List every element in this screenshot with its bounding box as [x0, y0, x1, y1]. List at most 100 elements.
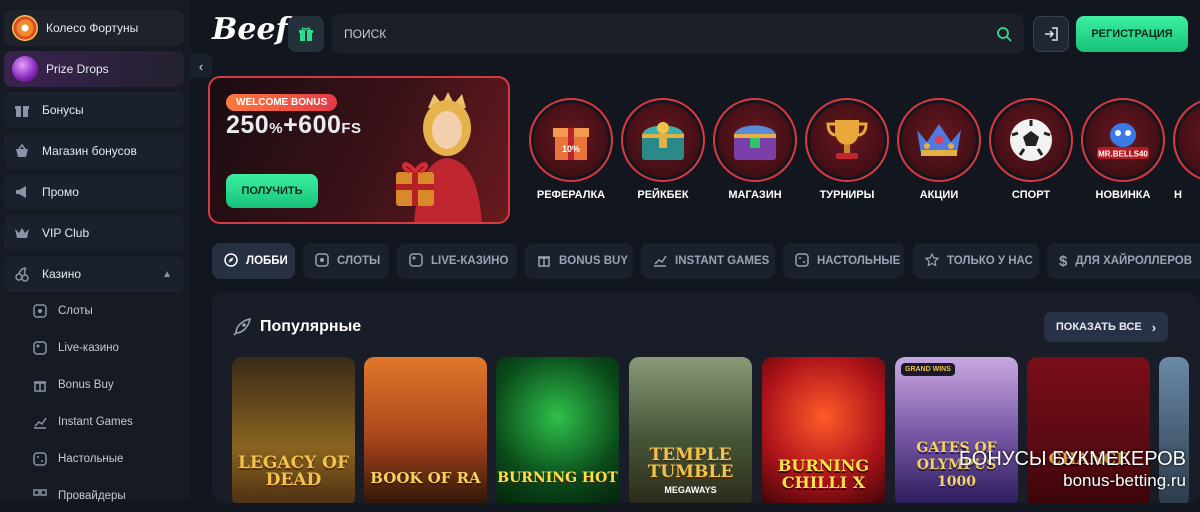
gift-icon	[537, 253, 551, 270]
tab-label: НАСТОЛЬНЫЕ	[817, 255, 900, 267]
tab-instant-games[interactable]: INSTANT GAMES	[641, 243, 775, 279]
new-game-badge: MR.BELLS40	[1098, 150, 1148, 159]
game-title: BURNING HOT	[496, 470, 619, 487]
login-button[interactable]	[1033, 16, 1069, 52]
story-sport[interactable]: СПОРТ	[988, 98, 1074, 201]
trophy-icon	[810, 103, 884, 177]
compass-icon	[224, 253, 238, 270]
gift-button[interactable]	[288, 16, 324, 52]
sidebar-item-vip-club[interactable]: VIP Club	[4, 215, 184, 251]
treasure-chest-icon	[626, 103, 700, 177]
sidebar-item-wheel-of-fortune[interactable]: Колесо Фортуны	[4, 10, 184, 46]
basket-icon	[12, 141, 32, 161]
live-icon	[409, 253, 423, 270]
show-all-button[interactable]: ПОКАЗАТЬ ВСЕ›	[1044, 312, 1168, 342]
tab-live-casino[interactable]: LIVE-КАЗИНО	[397, 243, 517, 279]
sidebar-sub-bonus-buy[interactable]: Bonus Buy	[4, 368, 184, 401]
sidebar-item-label: Prize Drops	[46, 62, 109, 76]
cherry-icon	[12, 264, 32, 284]
story-referral[interactable]: 10% РЕФЕРАЛКА	[528, 98, 614, 201]
header: Beef ПОИСК РЕГИСТРАЦИЯ	[198, 0, 1200, 68]
banner-character-image	[390, 88, 500, 224]
sidebar: Колесо Фортуны Prize Drops Бонусы Магази…	[0, 0, 190, 500]
section-title: Популярные	[260, 318, 361, 336]
slot-icon	[32, 303, 48, 319]
game-subtitle: MEGAWAYS	[629, 485, 752, 495]
dice-icon	[795, 253, 809, 270]
sidebar-item-prize-drops[interactable]: Prize Drops	[4, 51, 184, 87]
bonus-percent-value: 250	[226, 111, 269, 139]
sidebar-collapse-button[interactable]: ‹	[190, 54, 212, 78]
tab-slots[interactable]: СЛОТЫ	[303, 243, 389, 279]
partial-icon	[1178, 103, 1200, 177]
gift-icon	[12, 100, 32, 120]
story-label: ТУРНИРЫ	[804, 189, 890, 201]
chart-icon	[32, 414, 48, 430]
bonus-amount: 250%+600FS	[226, 111, 362, 140]
story-tournaments[interactable]: ТУРНИРЫ	[804, 98, 890, 201]
gift-box-icon: 10%	[534, 103, 608, 177]
bonus-fs-unit: FS	[341, 120, 361, 137]
story-shop[interactable]: МАГАЗИН	[712, 98, 798, 201]
sidebar-item-bonus-shop[interactable]: Магазин бонусов	[4, 133, 184, 169]
category-tabs: ЛОББИ СЛОТЫ LIVE-КАЗИНО BONUS BUY INSTAN…	[212, 243, 1200, 281]
game-card-burning-chilli-x[interactable]: BURNING CHILLI X	[762, 357, 885, 503]
grid-icon	[32, 488, 48, 504]
story-label: СПОРТ	[988, 189, 1074, 201]
game-card-burning-hot[interactable]: BURNING HOT	[496, 357, 619, 503]
gift-icon	[32, 377, 48, 393]
tab-lobby[interactable]: ЛОББИ	[212, 243, 295, 279]
sidebar-sub-label: Настольные	[58, 453, 123, 465]
register-button[interactable]: РЕГИСТРАЦИЯ	[1076, 16, 1188, 52]
game-card-legacy-of-dead[interactable]: LEGACY OF DEAD	[232, 357, 355, 503]
story-new[interactable]: MR.BELLS40 НОВИНКА	[1080, 98, 1166, 201]
tab-table-games[interactable]: НАСТОЛЬНЫЕ	[783, 243, 904, 279]
logo[interactable]: Beef	[212, 12, 288, 47]
game-title: LEGACY OF DEAD	[232, 455, 355, 489]
chevron-up-icon[interactable]: ▲	[162, 269, 172, 280]
tab-exclusive[interactable]: ТОЛЬКО У НАС	[913, 243, 1039, 279]
tab-bonus-buy[interactable]: BONUS BUY	[525, 243, 633, 279]
sidebar-sub-live-casino[interactable]: Live-казино	[4, 331, 184, 364]
sidebar-sub-instant-games[interactable]: Instant Games	[4, 405, 184, 438]
sidebar-item-label: Колесо Фортуны	[46, 21, 138, 35]
story-label: АКЦИИ	[896, 189, 982, 201]
story-rakeback[interactable]: РЕЙКБЕК	[620, 98, 706, 201]
dollar-icon: $	[1059, 253, 1067, 270]
sidebar-sub-table-games[interactable]: Настольные	[4, 442, 184, 475]
story-label: МАГАЗИН	[712, 189, 798, 201]
story-partial[interactable]: Н	[1172, 98, 1200, 201]
sidebar-sub-slots[interactable]: Слоты	[4, 294, 184, 327]
story-promotions[interactable]: АКЦИИ	[896, 98, 982, 201]
login-icon	[1043, 26, 1059, 42]
sidebar-sub-label: Bonus Buy	[58, 379, 114, 391]
game-card-book-of-ra[interactable]: BOOK OF RA	[364, 357, 487, 503]
welcome-bonus-badge: WELCOME BONUS	[226, 94, 337, 111]
dice-icon	[32, 451, 48, 467]
welcome-bonus-banner[interactable]: WELCOME BONUS 250%+600FS ПОЛУЧИТЬ	[208, 76, 510, 224]
game-card-temple-tumble[interactable]: TEMPLE TUMBLE MEGAWAYS	[629, 357, 752, 503]
search-icon[interactable]	[996, 26, 1012, 42]
game-title: BOOK OF RA	[364, 470, 487, 487]
tab-label: ЛОББИ	[246, 255, 288, 267]
sidebar-item-casino[interactable]: Казино ▲	[4, 256, 184, 292]
crown-icon	[12, 223, 32, 243]
sidebar-item-bonuses[interactable]: Бонусы	[4, 92, 184, 128]
get-bonus-button[interactable]: ПОЛУЧИТЬ	[226, 174, 318, 208]
game-title: TEMPLE TUMBLE	[629, 447, 752, 481]
sidebar-sub-providers[interactable]: Провайдеры	[4, 479, 184, 512]
chevron-left-icon: ‹	[199, 59, 203, 74]
tab-label: INSTANT GAMES	[675, 255, 769, 267]
sidebar-item-promo[interactable]: Промо	[4, 174, 184, 210]
mr-bells-icon: MR.BELLS40	[1086, 103, 1160, 177]
story-label: Н	[1172, 189, 1200, 201]
chevron-right-icon: ›	[1152, 320, 1156, 335]
story-label: РЕФЕРАЛКА	[528, 189, 614, 201]
sidebar-item-label: Промо	[42, 185, 79, 199]
tab-high-rollers[interactable]: $ ДЛЯ ХАЙРОЛЛЕРОВ	[1047, 243, 1200, 279]
slot-icon	[315, 253, 329, 270]
gift-icon	[298, 26, 314, 42]
live-icon	[32, 340, 48, 356]
prize-drops-icon	[12, 56, 38, 82]
search-input[interactable]: ПОИСК	[332, 14, 1024, 54]
